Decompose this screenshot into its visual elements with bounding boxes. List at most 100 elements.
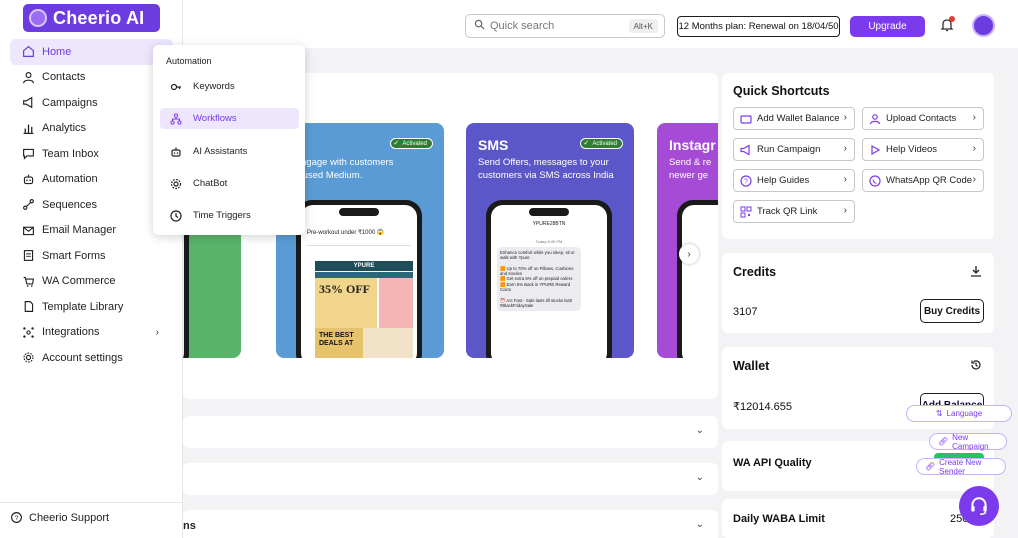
new-campaign-button[interactable]: 🔗︎ New Campaign bbox=[929, 433, 1007, 451]
sidebar-item-account-settings[interactable]: Account settings bbox=[10, 345, 173, 371]
top-bar: Alt+K 12 Months plan: Renewal on 18/04/5… bbox=[183, 0, 1018, 48]
sidebar-item-label: Smart Forms bbox=[42, 249, 106, 262]
qr-icon bbox=[740, 206, 752, 218]
notification-dot bbox=[949, 16, 955, 22]
dropdown-header: Automation bbox=[166, 56, 212, 66]
sidebar-item-template-library[interactable]: Template Library bbox=[10, 294, 173, 320]
shortcut-help-guides[interactable]: ? Help Guides › bbox=[733, 169, 855, 192]
sidebar-nav: Home Contacts Campaigns Analytics Team I… bbox=[10, 39, 173, 371]
sidebar-item-wa-commerce[interactable]: WA Commerce bbox=[10, 269, 173, 295]
sidebar-item-automation[interactable]: Automation bbox=[10, 167, 173, 193]
help-icon: ? bbox=[10, 511, 23, 524]
shortcut-add-wallet-balance[interactable]: Add Wallet Balance › bbox=[733, 107, 855, 130]
sidebar-item-sequences[interactable]: Sequences bbox=[10, 192, 173, 218]
sidebar-item-home[interactable]: Home bbox=[10, 39, 173, 65]
shortcut-upload-contacts[interactable]: Upload Contacts › bbox=[862, 107, 984, 130]
chevron-right-icon: › bbox=[843, 143, 847, 154]
clock-icon bbox=[170, 209, 182, 222]
sidebar-item-team-inbox[interactable]: Team Inbox bbox=[10, 141, 173, 167]
sidebar-item-smart-forms[interactable]: Smart Forms bbox=[10, 243, 173, 269]
shortcut-label: Help Guides bbox=[757, 175, 810, 186]
sidebar-item-analytics[interactable]: Analytics bbox=[10, 116, 173, 142]
sidebar-item-label: WA Commerce bbox=[42, 275, 116, 288]
robot-icon bbox=[170, 146, 182, 158]
user-icon bbox=[22, 71, 35, 84]
accordion-3[interactable]: ns ⌄ bbox=[183, 510, 718, 538]
channel-title: SMS bbox=[478, 137, 509, 153]
cart-icon bbox=[22, 275, 35, 288]
menu-item-keywords[interactable]: Keywords bbox=[160, 76, 299, 97]
panel-title: WA API Quality bbox=[733, 457, 812, 469]
language-button[interactable]: ⇅ Language bbox=[906, 405, 1012, 422]
sms-date: Today 8:45 PM bbox=[535, 239, 563, 244]
sidebar-item-label: Analytics bbox=[42, 122, 87, 135]
create-sender-button[interactable]: 🔗︎ Create New Sender bbox=[916, 458, 1006, 476]
menu-item-label: Keywords bbox=[193, 81, 235, 92]
logo-mark-icon bbox=[29, 9, 47, 27]
sidebar-item-email-manager[interactable]: Email Manager bbox=[10, 218, 173, 244]
shortcut-track-qr-link[interactable]: Track QR Link › bbox=[733, 200, 855, 223]
search-box[interactable]: Alt+K bbox=[465, 14, 665, 38]
menu-item-label: Time Triggers bbox=[193, 210, 251, 221]
buy-credits-button[interactable]: Buy Credits bbox=[920, 299, 984, 323]
plan-status: 12 Months plan: Renewal on 18/04/50 bbox=[677, 16, 840, 37]
quick-shortcuts-panel: Quick Shortcuts Add Wallet Balance › Upl… bbox=[722, 73, 994, 239]
workflow-icon bbox=[170, 112, 182, 125]
search-input[interactable] bbox=[490, 20, 620, 32]
shortcut-whatsapp-qr-code[interactable]: WhatsApp QR Code › bbox=[862, 169, 984, 192]
translate-icon: ⇅ bbox=[935, 409, 943, 418]
history-icon[interactable] bbox=[970, 359, 982, 371]
accordion-2[interactable]: ⌄ bbox=[183, 463, 718, 495]
menu-item-label: ChatBot bbox=[193, 178, 228, 189]
sidebar-item-label: Sequences bbox=[42, 198, 98, 211]
sidebar-item-label: Account settings bbox=[42, 351, 123, 364]
phone-screen: Pre-workout under ₹1000 😱 YPURE 35% OFF … bbox=[301, 205, 417, 358]
chevron-right-icon: › bbox=[972, 112, 976, 123]
brand-logo[interactable]: Cheerio AI bbox=[23, 4, 160, 32]
avatar[interactable] bbox=[972, 14, 995, 37]
menu-item-chatbot[interactable]: ChatBot bbox=[160, 173, 299, 194]
sequence-icon bbox=[22, 198, 35, 211]
divider bbox=[0, 502, 183, 503]
cheerio-support-link[interactable]: ? Cheerio Support bbox=[10, 511, 109, 524]
sidebar-item-label: Team Inbox bbox=[42, 147, 99, 160]
shortcut-help-videos[interactable]: Help Videos › bbox=[862, 138, 984, 161]
sidebar-item-label: Email Manager bbox=[42, 224, 116, 237]
shortcut-label: Upload Contacts bbox=[886, 113, 957, 124]
sidebar-item-label: Home bbox=[42, 45, 72, 58]
bar-chart-icon bbox=[22, 122, 35, 135]
channel-title: Instagr bbox=[669, 137, 716, 153]
help-icon: ? bbox=[740, 174, 752, 187]
sidebar-item-contacts[interactable]: Contacts bbox=[10, 65, 173, 91]
upgrade-button[interactable]: Upgrade bbox=[850, 16, 925, 37]
chevron-right-icon: › bbox=[972, 143, 976, 154]
channel-card-sms[interactable]: SMS Activated Send Offers, messages to y… bbox=[466, 123, 634, 358]
search-icon bbox=[474, 19, 485, 33]
shortcut-run-campaign[interactable]: Run Campaign › bbox=[733, 138, 855, 161]
gear-icon bbox=[22, 351, 35, 364]
daily-waba-limit-panel: Daily WABA Limit 250 bbox=[722, 499, 994, 538]
sidebar-item-label: Template Library bbox=[42, 300, 124, 313]
key-icon bbox=[170, 81, 182, 93]
download-icon[interactable] bbox=[970, 265, 982, 277]
headset-icon bbox=[971, 497, 987, 516]
channel-description: Send & re newer ge bbox=[669, 157, 712, 181]
shortcut-label: Run Campaign bbox=[757, 144, 821, 155]
sidebar-item-campaigns[interactable]: Campaigns bbox=[10, 90, 173, 116]
shortcut-label: Add Wallet Balance bbox=[757, 113, 840, 124]
support-chat-button[interactable] bbox=[959, 486, 999, 526]
sidebar-item-integrations[interactable]: Integrations › bbox=[10, 320, 173, 346]
channel-card-instagram[interactable]: Instagr Send & re newer ge bbox=[657, 123, 718, 358]
email-subject: Pre-workout under ₹1000 😱 bbox=[307, 230, 385, 236]
menu-item-time-triggers[interactable]: Time Triggers bbox=[160, 205, 299, 226]
carousel-next-button[interactable]: › bbox=[679, 244, 699, 264]
panel-title: Daily WABA Limit bbox=[733, 513, 825, 525]
link-icon: 🔗︎ bbox=[925, 462, 936, 471]
sidebar-item-label: Campaigns bbox=[42, 96, 98, 109]
shortcut-label: Track QR Link bbox=[757, 206, 818, 217]
brand-name: Cheerio AI bbox=[53, 7, 145, 28]
accordion-1[interactable]: ⌄ bbox=[183, 416, 718, 448]
menu-item-ai-assistants[interactable]: AI Assistants bbox=[160, 141, 299, 162]
menu-item-workflows[interactable]: Workflows bbox=[160, 108, 299, 129]
wallet-icon bbox=[740, 113, 752, 125]
